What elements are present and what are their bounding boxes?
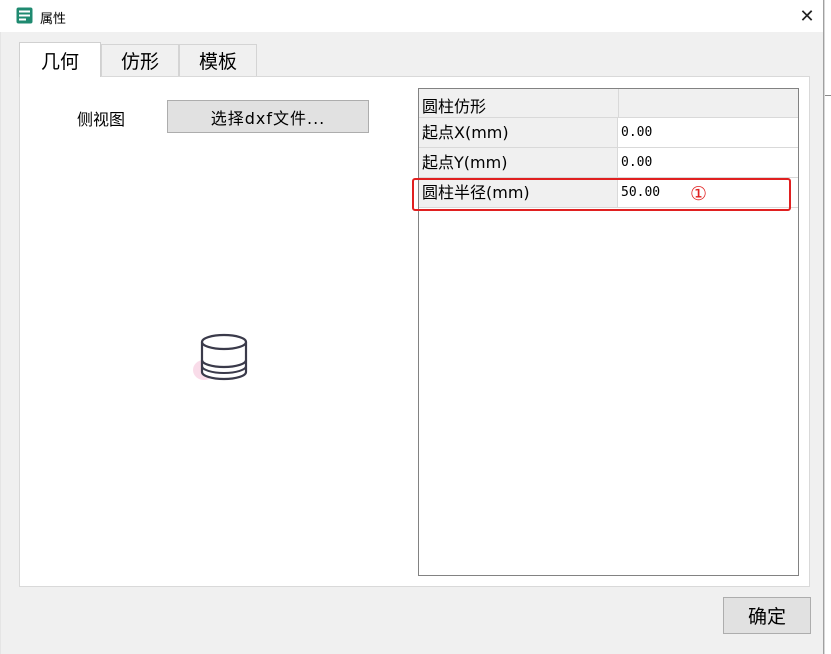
property-name: 起点Y(mm) (419, 148, 618, 177)
title-bar[interactable]: 属性 ✕ (0, 0, 823, 32)
close-icon: ✕ (799, 5, 815, 27)
property-row-start-x[interactable]: 起点X(mm) 0.00 (419, 118, 798, 148)
tab-profiling[interactable]: 仿形 (101, 44, 179, 76)
ok-button-label: 确定 (747, 606, 786, 628)
window-left-border (0, 32, 1, 654)
tab-label: 仿形 (120, 51, 159, 73)
property-row-start-y[interactable]: 起点Y(mm) 0.00 (419, 148, 798, 178)
property-name: 起点X(mm) (419, 118, 618, 147)
start-y-value[interactable]: 0.00 (621, 148, 652, 177)
select-dxf-button-label: 选择dxf文件... (210, 108, 326, 128)
property-category-row[interactable]: 圆柱仿形 (419, 89, 798, 118)
ok-button[interactable]: 确定 (723, 597, 811, 634)
annotation-marker: ① (690, 183, 708, 205)
background-window-edge (824, 0, 831, 654)
window-title: 属性 (40, 12, 67, 27)
start-x-value[interactable]: 0.00 (621, 118, 652, 147)
cylinder-preview-icon (193, 333, 248, 381)
tab-label: 模板 (198, 51, 237, 73)
column-divider (618, 89, 619, 118)
tab-label: 几何 (40, 50, 79, 73)
tab-template[interactable]: 模板 (179, 44, 257, 76)
background-divider (825, 95, 831, 96)
tab-geometry[interactable]: 几何 (19, 42, 101, 77)
annotation-highlight-box (412, 178, 791, 211)
property-grid: 圆柱仿形 起点X(mm) 0.00 起点Y(mm) 0.00 圆柱半径(mm) … (418, 88, 799, 576)
side-view-label: 侧视图 (77, 110, 126, 129)
close-button[interactable]: ✕ (790, 0, 824, 32)
properties-app-icon (16, 7, 33, 24)
property-category-label: 圆柱仿形 (422, 97, 487, 116)
select-dxf-button[interactable]: 选择dxf文件... (167, 100, 369, 133)
properties-dialog: 属性 ✕ 几何 仿形 模板 侧视图 选择dxf文件... 圆柱仿形 起点X(mm… (0, 0, 824, 654)
